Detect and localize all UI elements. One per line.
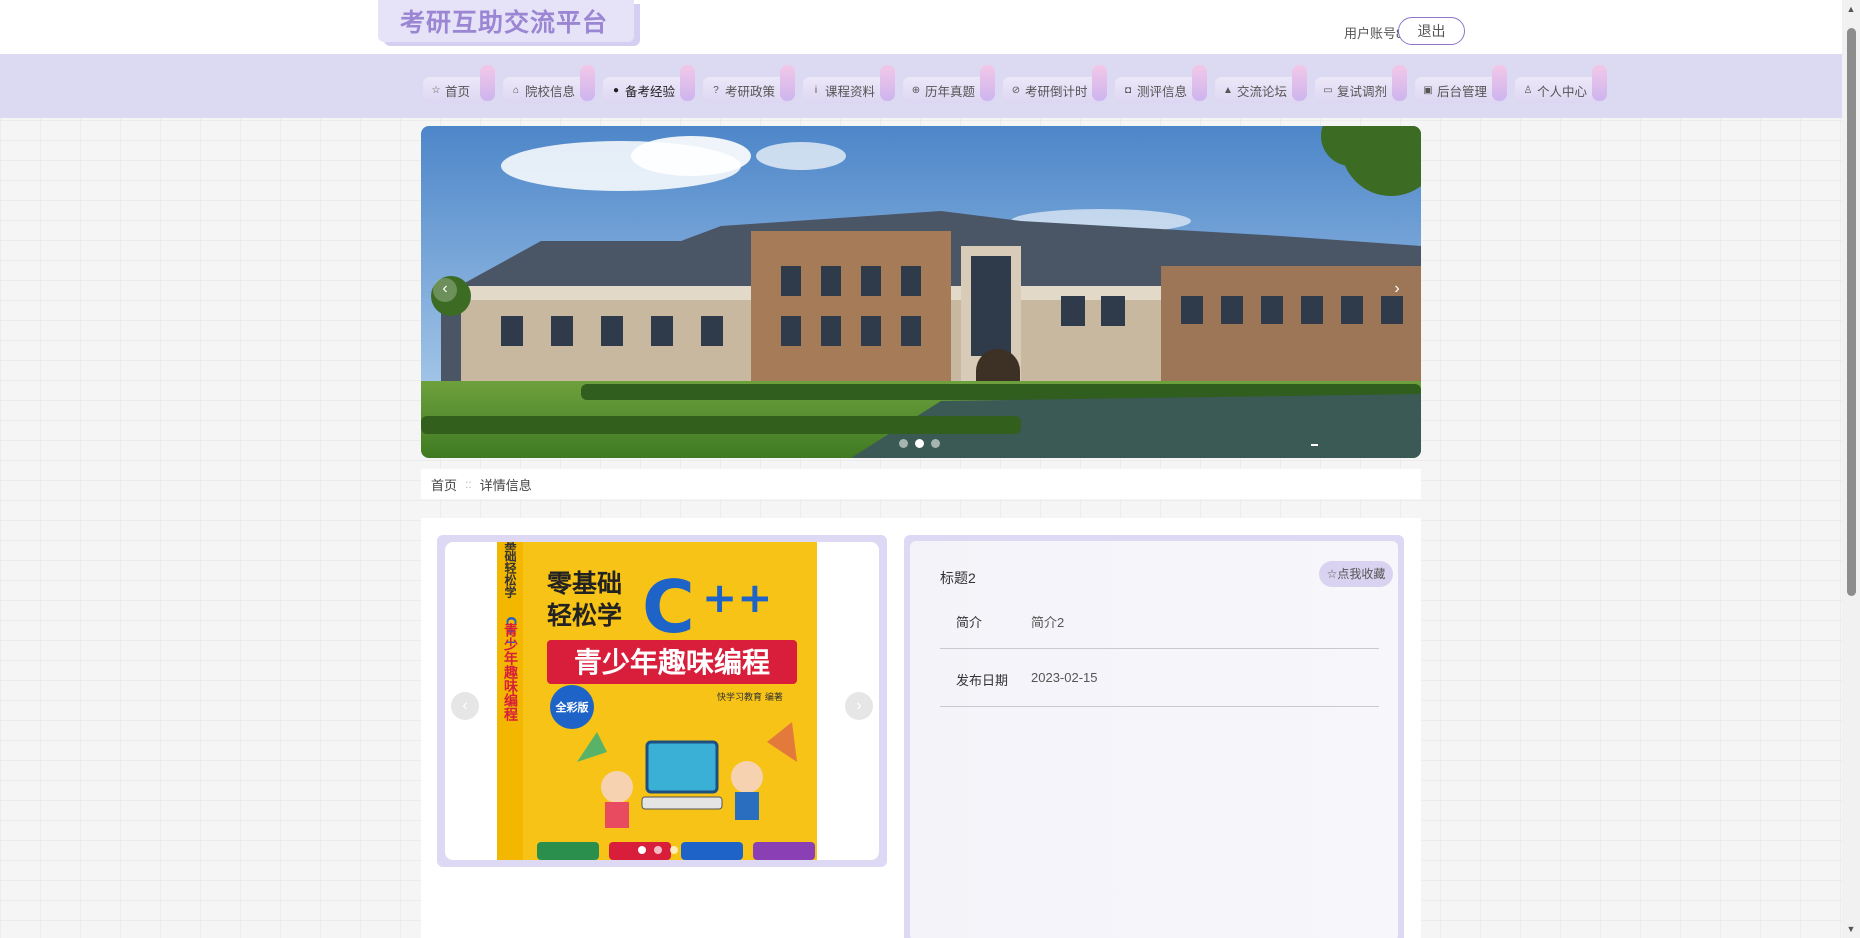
info-icon: ●: [612, 84, 620, 96]
svg-text:C: C: [642, 565, 695, 649]
gallery-frame: 零基础轻松学 C++ 青少年趣味编程 零基础 轻松学 C ++ 青少年趣味编程 …: [437, 535, 887, 867]
banner-carousel[interactable]: ‹ ›: [421, 126, 1421, 458]
svg-text:青少年趣味编程: 青少年趣味编程: [502, 622, 519, 722]
info-card: 标题2 ☆点我收藏 简介 简介2 发布日期 2023-02-15: [910, 541, 1398, 938]
breadcrumb-separator: ::: [465, 477, 472, 491]
gallery-prev-button[interactable]: ‹: [451, 692, 479, 720]
nav-item-label: 个人中心: [1537, 84, 1588, 99]
gallery-dot-1[interactable]: [638, 846, 646, 854]
video-icon: ▭: [1323, 84, 1333, 96]
nav-item-profile[interactable]: ♙ 个人中心: [1515, 65, 1607, 103]
nav-item-label: 交流论坛: [1237, 84, 1288, 99]
banner-dash-marker: [1311, 444, 1318, 446]
scroll-up-icon[interactable]: ▲: [1842, 0, 1860, 18]
nav-item-assessment[interactable]: ◘ 测评信息: [1115, 65, 1207, 103]
admin-icon: ▣: [1423, 84, 1433, 96]
scrollbar-thumb[interactable]: [1847, 28, 1856, 596]
svg-text:零基础: 零基础: [546, 569, 622, 598]
cpp-book-cover: 零基础轻松学 C++ 青少年趣味编程 零基础 轻松学 C ++ 青少年趣味编程 …: [497, 542, 817, 860]
nav-item-policy[interactable]: ? 考研政策: [703, 65, 795, 103]
paper-icon: ⊕: [911, 84, 921, 96]
nav-item-label: 首页: [445, 84, 471, 99]
nav-item-retest-adjustment[interactable]: ▭ 复试调剂: [1315, 65, 1407, 103]
nav-item-home[interactable]: ☆ 首页: [423, 65, 495, 103]
banner-prev-button[interactable]: ‹: [433, 278, 457, 302]
nav-item-label: 课程资料: [825, 84, 876, 99]
nav-item-label: 历年真题: [925, 84, 976, 99]
nav-item-countdown[interactable]: ⊘ 考研倒计时: [1003, 65, 1107, 103]
info-value: 简介2: [1031, 615, 1065, 630]
svg-text:零基础轻松学: 零基础轻松学: [503, 542, 517, 599]
banner-indicators: [899, 439, 940, 448]
nav-item-label: 考研倒计时: [1025, 84, 1088, 99]
svg-text:全彩版: 全彩版: [555, 700, 589, 714]
info-key: 简介: [956, 615, 983, 630]
campus-building-photo: [421, 126, 1421, 458]
banner-dot-3[interactable]: [931, 439, 940, 448]
page-scrollbar[interactable]: ▲ ▼: [1842, 0, 1860, 938]
nav-item-forum[interactable]: ▲ 交流论坛: [1215, 65, 1307, 103]
nav-item-label: 复试调剂: [1337, 84, 1388, 99]
nav-item-schools[interactable]: ⌂ 院校信息: [503, 65, 595, 103]
nav-item-label: 院校信息: [525, 84, 576, 99]
banner-dot-2[interactable]: [915, 439, 924, 448]
nav-item-label: 测评信息: [1137, 84, 1188, 99]
home-icon: ☆: [431, 84, 441, 96]
question-icon: ?: [713, 84, 719, 96]
gallery-indicators: [638, 846, 678, 854]
svg-text:++: ++: [702, 573, 772, 622]
school-icon: ⌂: [512, 84, 520, 96]
nav-item-label: 考研政策: [725, 84, 776, 99]
favorite-button[interactable]: ☆点我收藏: [1319, 561, 1393, 587]
site-title: 考研互助交流平台: [400, 9, 609, 37]
info-frame: 标题2 ☆点我收藏 简介 简介2 发布日期 2023-02-15: [904, 535, 1404, 938]
breadcrumb-current: 详情信息: [479, 477, 532, 493]
clock-icon: ⊘: [1011, 84, 1021, 96]
nav-item-prep-experience[interactable]: ● 备考经验: [603, 65, 695, 103]
svg-text:快学习教育 编著: 快学习教育 编著: [717, 691, 783, 703]
svg-text:青少年趣味编程: 青少年趣味编程: [574, 646, 770, 679]
info-row-summary: 简介 简介2: [940, 591, 1379, 649]
user-icon: ♙: [1523, 84, 1533, 96]
info-value: 2023-02-15: [1031, 670, 1098, 685]
forum-icon: ▲: [1223, 84, 1233, 96]
image-gallery[interactable]: 零基础轻松学 C++ 青少年趣味编程 零基础 轻松学 C ++ 青少年趣味编程 …: [445, 542, 879, 860]
camera-icon: ◘: [1124, 84, 1132, 96]
logout-button[interactable]: 退出: [1398, 17, 1465, 45]
nav-item-label: 备考经验: [625, 84, 676, 99]
scroll-down-icon[interactable]: ▼: [1842, 920, 1860, 938]
site-logo[interactable]: 考研互助交流平台: [378, 0, 634, 42]
info-key: 发布日期: [956, 673, 1009, 688]
nav-item-past-papers[interactable]: ⊕ 历年真题: [903, 65, 995, 103]
gallery-dot-3[interactable]: [670, 846, 678, 854]
nav-item-course-materials[interactable]: i 课程资料: [803, 65, 895, 103]
info-row-publish-date: 发布日期 2023-02-15: [940, 649, 1379, 707]
book-icon: i: [814, 84, 818, 96]
gallery-dot-2[interactable]: [654, 846, 662, 854]
nav-item-admin[interactable]: ▣ 后台管理: [1415, 65, 1507, 103]
banner-next-button[interactable]: ›: [1385, 278, 1409, 302]
top-bar: 考研互助交流平台 用户账号8 退出: [0, 0, 1842, 54]
breadcrumb-home-link[interactable]: 首页: [431, 475, 457, 494]
svg-text:轻松学: 轻松学: [547, 601, 622, 630]
breadcrumb: 首页 :: 详情信息: [421, 469, 1421, 499]
gallery-next-button[interactable]: ›: [845, 692, 873, 720]
main-nav: ☆ 首页 ⌂ 院校信息 ● 备考经验 ? 考研政策 i 课程资料 ⊕ 历年真题 …: [0, 54, 1842, 118]
banner-dot-1[interactable]: [899, 439, 908, 448]
account-label: 用户账号8: [1344, 26, 1404, 41]
detail-title: 标题2: [940, 570, 976, 586]
nav-item-label: 后台管理: [1437, 84, 1488, 99]
